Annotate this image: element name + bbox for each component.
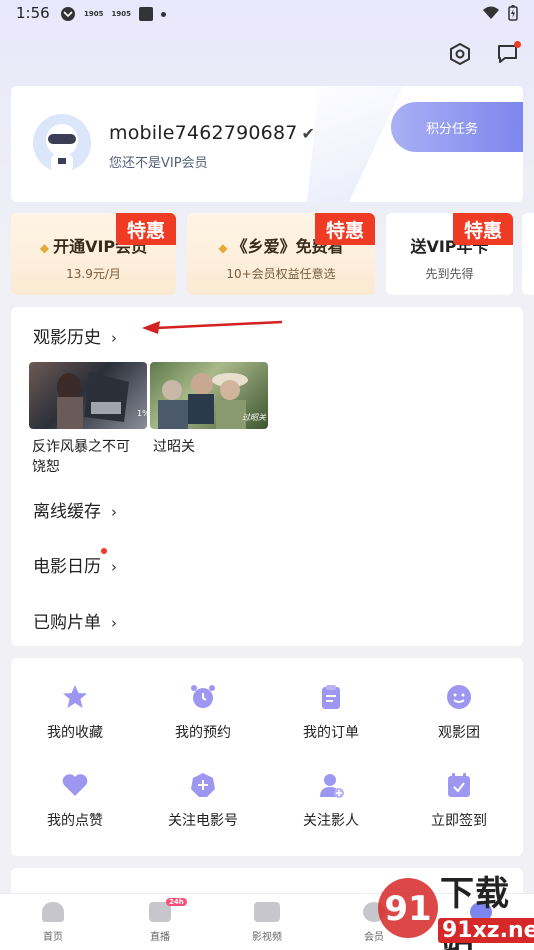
video-icon: [254, 902, 280, 922]
dot-icon: [160, 11, 166, 17]
grid-label: 关注影人: [303, 813, 359, 829]
grid-item-favorites[interactable]: 我的收藏: [25, 682, 125, 742]
chevron-right-icon: ›: [111, 558, 117, 576]
diamond-icon: ◆: [218, 241, 228, 255]
history-thumbnail[interactable]: 过昭关: [150, 362, 268, 429]
thumb-overlay-text: 过昭关: [242, 413, 267, 422]
feature-grid-card: 我的收藏 我的预约 我的订单 观影团 我的点赞 关注电影号 关注影人 立即签到: [11, 658, 523, 856]
history-title: 观影历史: [33, 328, 101, 348]
promo-card-vip[interactable]: ◆ 开通VIP会员 13.9元/月 特惠: [11, 213, 176, 295]
avatar[interactable]: [33, 114, 91, 172]
history-item-title[interactable]: 过昭关: [153, 437, 195, 457]
points-task-label: 积分任务: [425, 121, 478, 137]
history-thumbnail[interactable]: 1%: [29, 362, 147, 429]
chevron-right-icon: ›: [111, 329, 117, 347]
verified-icon: ✔: [301, 124, 316, 143]
menu-row-calendar[interactable]: 电影日历 ›: [33, 552, 117, 577]
alarm-clock-icon: [188, 682, 218, 712]
nav-label: 首页: [43, 932, 63, 943]
points-task-button[interactable]: 积分任务: [391, 102, 523, 152]
history-card: 观影历史 › 1% 过昭关 反诈风暴之不可 饶恕 过昭关 离线缓存 › 电影日历 ›: [11, 307, 523, 646]
tehui-badge: 特惠: [116, 213, 176, 245]
username-text: mobile7462790687: [109, 122, 298, 144]
grid-item-follow-channel[interactable]: 关注电影号: [153, 770, 253, 830]
thumb-overlay-text: 1%: [137, 409, 147, 418]
message-icon[interactable]: [494, 40, 522, 68]
vpn-icon: [61, 7, 75, 21]
history-item-title-line: 反诈风暴之不可: [32, 439, 130, 455]
tehui-badge: 特惠: [453, 213, 513, 245]
vip-status-text[interactable]: 您还不是VIP会员: [109, 152, 208, 171]
message-badge-dot: [514, 41, 521, 48]
decorative-shape: [307, 86, 403, 202]
stop-icon: [138, 7, 153, 21]
grid-label: 我的订单: [303, 725, 359, 741]
watermark-domain: 91xz.net: [438, 918, 534, 943]
watermark-number: 91: [384, 889, 431, 929]
grid-label: 关注电影号: [168, 813, 238, 829]
clipboard-icon: [316, 682, 346, 712]
wifi-icon: [483, 6, 499, 19]
nav-video[interactable]: 影视频: [227, 902, 307, 943]
battery-icon: [508, 5, 518, 21]
promo-subtitle: 10+会员权益任意选: [226, 267, 336, 281]
status-left-icons: 1905 1905: [60, 6, 166, 22]
menu-row-offline[interactable]: 离线缓存 ›: [33, 497, 117, 522]
history-item-title[interactable]: 反诈风暴之不可 饶恕: [32, 437, 130, 477]
profile-card[interactable]: mobile7462790687 ✔ 您还不是VIP会员 积分任务: [11, 86, 523, 202]
header-actions: [446, 40, 522, 68]
nav-live[interactable]: 24h 直播: [120, 898, 200, 943]
calendar-check-icon: [444, 770, 474, 800]
chevron-right-icon: ›: [111, 503, 117, 521]
status-right-icons: [482, 5, 518, 21]
app-icon: 1905: [84, 10, 104, 18]
grid-item-likes[interactable]: 我的点赞: [25, 770, 125, 830]
grid-item-checkin[interactable]: 立即签到: [409, 770, 509, 830]
tehui-badge: 特惠: [315, 213, 375, 245]
promo-subtitle: 13.9元/月: [66, 267, 121, 281]
star-icon: [60, 682, 90, 712]
chevron-right-icon: ›: [111, 614, 117, 632]
menu-row-label: 已购片单: [33, 613, 101, 633]
notification-dot: [101, 548, 107, 554]
grid-item-group[interactable]: 观影团: [409, 682, 509, 742]
promo-card-peek[interactable]: [522, 213, 534, 295]
grid-item-follow-people[interactable]: 关注影人: [281, 770, 381, 830]
menu-row-purchased[interactable]: 已购片单 ›: [33, 608, 117, 633]
settings-icon[interactable]: [446, 40, 474, 68]
promo-card-movie[interactable]: ◆ 《乡爱》免费看 10+会员权益任意选 特惠: [187, 213, 375, 295]
grid-label: 我的收藏: [47, 725, 103, 741]
live-badge: 24h: [166, 898, 187, 906]
add-person-icon: [316, 770, 346, 800]
nav-label: 影视频: [252, 932, 282, 943]
menu-row-label: 电影日历: [33, 557, 101, 577]
annotation-arrow: [142, 320, 283, 334]
grid-item-reservations[interactable]: 我的预约: [153, 682, 253, 742]
grid-label: 立即签到: [431, 813, 487, 829]
status-time: 1:56: [16, 4, 50, 22]
smile-icon: [444, 682, 474, 712]
history-row[interactable]: 观影历史 ›: [33, 323, 117, 348]
promo-card-annual[interactable]: 送VIP年卡 先到先得 特惠: [386, 213, 513, 295]
username: mobile7462790687 ✔: [109, 122, 315, 144]
history-item-title-line: 饶恕: [32, 459, 60, 475]
grid-item-orders[interactable]: 我的订单: [281, 682, 381, 742]
plus-badge-icon: [188, 770, 218, 800]
site-watermark: 91 下载站 91xz.net: [372, 860, 534, 950]
grid-label: 观影团: [438, 725, 480, 741]
promo-subtitle: 先到先得: [425, 267, 474, 281]
diamond-icon: ◆: [39, 241, 50, 255]
grid-label: 我的点赞: [47, 813, 103, 829]
nav-label: 直播: [150, 932, 170, 943]
menu-row-label: 离线缓存: [33, 502, 101, 522]
nav-home[interactable]: 首页: [13, 902, 93, 943]
app-icon: 1905: [111, 10, 131, 18]
heart-icon: [60, 770, 90, 800]
grid-label: 我的预约: [175, 725, 231, 741]
home-icon: [42, 902, 64, 922]
status-bar: 1:56 1905 1905: [0, 0, 534, 28]
